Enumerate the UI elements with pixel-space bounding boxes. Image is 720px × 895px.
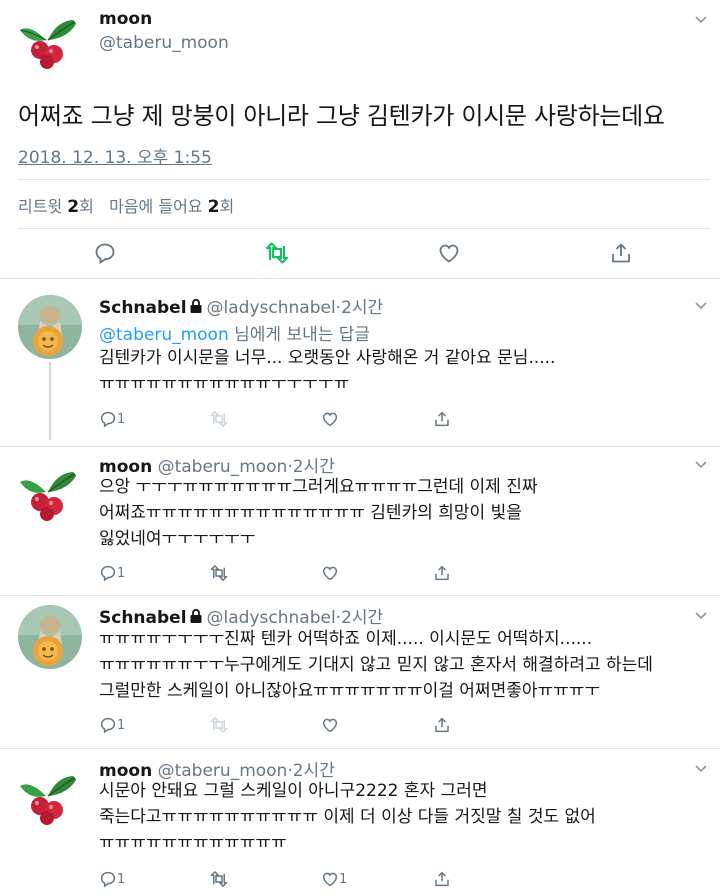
thread-line <box>49 362 51 440</box>
reply-count: 1 <box>117 565 126 581</box>
mention-link[interactable]: @taberu_moon <box>99 325 229 345</box>
reply-text: 시문아 안돼요 그럴 스케일이 아니구2222 혼자 그러면 죽는다고ㅠㅠㅠㅠㅠ… <box>99 778 596 856</box>
heart-icon[interactable] <box>436 238 462 268</box>
avatar[interactable] <box>18 605 82 669</box>
reply-icon[interactable]: 1 <box>99 564 125 582</box>
author-name[interactable]: Schnabel <box>99 298 187 318</box>
divider <box>0 595 720 596</box>
retweet-icon[interactable] <box>209 410 229 428</box>
reply-text: 김텐카가 이시문을 너무... 오랫동안 사랑해온 거 같아요 문님..... … <box>99 345 555 397</box>
chevron-down-icon[interactable] <box>694 300 708 314</box>
text-line: 시문아 안돼요 그럴 스케일이 아니구2222 혼자 그러면 <box>99 781 488 801</box>
text-line: ㅠㅠㅠㅠㅜㅜㅜㅜ진짜 텐카 어떡하죠 이제..... 이시문도 어떡하지....… <box>99 629 593 649</box>
share-icon[interactable] <box>433 870 451 888</box>
divider <box>0 278 720 279</box>
lock-icon <box>189 298 203 319</box>
chevron-down-icon[interactable] <box>694 610 708 624</box>
tweet-text: 어쩌죠 그냥 제 망붕이 아니라 그냥 김텐카가 이시문 사랑하는데요 <box>18 102 665 130</box>
like-count: 1 <box>339 871 348 887</box>
reply-icon[interactable]: 1 <box>99 410 125 428</box>
author-name[interactable]: moon <box>99 9 152 29</box>
reply-count: 1 <box>117 717 126 733</box>
retweet-icon[interactable] <box>209 716 229 734</box>
tweet-timestamp[interactable]: 2018. 12. 13. 오후 1:55 <box>18 143 212 168</box>
chevron-down-icon[interactable] <box>694 14 708 28</box>
tweet-action-bar <box>0 238 720 272</box>
share-icon[interactable] <box>433 716 451 734</box>
reply-text: ㅠㅠㅠㅠㅜㅜㅜㅜ진짜 텐카 어떡하죠 이제..... 이시문도 어떡하지....… <box>99 626 653 704</box>
heart-icon[interactable] <box>321 410 339 428</box>
reply-icon[interactable] <box>92 238 118 268</box>
share-icon[interactable] <box>433 564 451 582</box>
divider <box>18 179 710 180</box>
retweet-icon[interactable] <box>264 238 290 268</box>
text-line: ㅠㅠㅠㅠㅠㅠㅠㅠㅠㅠㅠㅜㅜㅜㅜㅠ <box>99 374 350 394</box>
share-icon[interactable] <box>433 410 451 428</box>
reply-action-bar: 1 <box>99 564 499 586</box>
tweet-stats: 리트윗 2회 마음에 들어요 2회 <box>18 193 234 217</box>
chevron-down-icon[interactable] <box>694 763 708 777</box>
reply-action-bar: 1 <box>99 716 499 738</box>
divider <box>0 446 720 447</box>
heart-icon[interactable]: 1 <box>321 870 347 888</box>
text-line: 으앙 ㅜㅜㅜㅠㅠㅠㅠㅠㅠㅠ그러게요ㅠㅠㅠㅠ그런데 이제 진짜 <box>99 477 538 497</box>
reply-action-bar: 1 <box>99 410 499 432</box>
author-handle[interactable]: @ladyschnabel <box>207 298 336 318</box>
text-line: 죽는다고ㅠㅠㅠㅠㅠㅠㅠㅠㅠㅠ 이제 더 이상 다들 거짓말 칠 것도 없어 <box>99 807 596 827</box>
text-line: 김텐카가 이시문을 너무... 오랫동안 사랑해온 거 같아요 문님..... <box>99 348 556 368</box>
reply-count: 1 <box>117 411 126 427</box>
author-handle[interactable]: @ladyschnabel <box>207 608 336 628</box>
retweet-icon[interactable] <box>209 870 229 888</box>
reply-context: @taberu_moon 님에게 보내는 답글 <box>99 325 371 345</box>
text-line: 어쩌죠ㅠㅠㅠㅠㅠㅠㅠㅠㅠㅠㅠㅠㅠㅠ 김텐카의 희망이 빛을 <box>99 503 522 523</box>
avatar[interactable] <box>18 766 82 830</box>
author-name[interactable]: Schnabel <box>99 608 187 628</box>
reply-count: 1 <box>117 871 126 887</box>
chevron-down-icon[interactable] <box>694 459 708 473</box>
avatar[interactable] <box>18 295 82 359</box>
divider <box>18 228 710 229</box>
text-line: 그럴만한 스케일이 아니잖아요ㅠㅠㅠㅠㅠㅠㅠ이걸 어쩌면좋아ㅠㅠㅠㅜ <box>99 681 601 701</box>
share-icon[interactable] <box>608 238 634 268</box>
reply-text: 으앙 ㅜㅜㅜㅠㅠㅠㅠㅠㅠㅠ그러게요ㅠㅠㅠㅠ그런데 이제 진짜 어쩌죠ㅠㅠㅠㅠㅠㅠ… <box>99 474 538 552</box>
author-handle[interactable]: @taberu_moon <box>99 33 229 53</box>
avatar[interactable] <box>18 462 82 526</box>
relative-time[interactable]: ·2시간 <box>336 608 384 628</box>
heart-icon[interactable] <box>321 564 339 582</box>
text-line: ㅠㅠㅠㅠㅠㅠㅠㅠㅠㅠㅠㅠ <box>99 833 287 853</box>
text-line: 잃었네여ㅜㅜㅜㅜㅜㅜ <box>99 529 256 549</box>
like-stat[interactable]: 마음에 들어요 2회 <box>109 197 234 217</box>
retweet-stat[interactable]: 리트윗 2회 <box>18 197 94 217</box>
retweet-icon[interactable] <box>209 564 229 582</box>
text-line: ㅠㅠㅠㅠㅠㅠㅜㅜ누구에게도 기대지 않고 믿지 않고 혼자서 해결하려고 하는데 <box>99 655 653 675</box>
relative-time[interactable]: ·2시간 <box>336 298 384 318</box>
divider <box>0 748 720 749</box>
reply-icon[interactable]: 1 <box>99 870 125 888</box>
avatar[interactable] <box>18 10 82 74</box>
reply-action-bar: 1 1 <box>99 870 499 892</box>
reply-icon[interactable]: 1 <box>99 716 125 734</box>
heart-icon[interactable] <box>321 716 339 734</box>
